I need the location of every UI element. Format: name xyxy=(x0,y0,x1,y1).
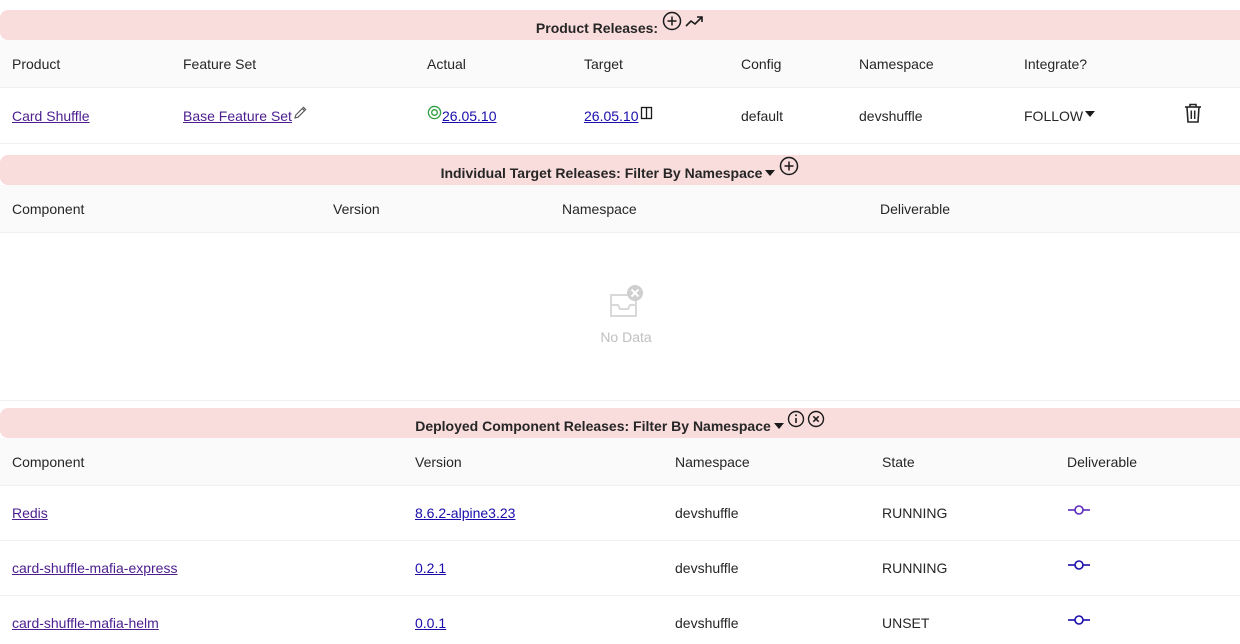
state-value: RUNNING xyxy=(882,560,948,576)
col-version: Version xyxy=(415,453,462,470)
commit-icon[interactable] xyxy=(1068,503,1090,515)
trash-icon[interactable] xyxy=(1183,102,1203,124)
config-value: default xyxy=(741,107,784,124)
table-row: Redis 8.6.2-alpine3.23 devshuffle RUNNIN… xyxy=(0,486,1240,541)
col-state: State xyxy=(882,453,915,470)
table-row: card-shuffle-mafia-express 0.2.1 devshuf… xyxy=(0,541,1240,596)
product-releases-title: Product Releases: xyxy=(535,20,659,36)
col-target: Target xyxy=(584,55,623,72)
col-integrate: Integrate? xyxy=(1024,55,1088,72)
info-icon[interactable] xyxy=(787,410,805,428)
individual-target-releases-header: Individual Target Releases: Filter By Na… xyxy=(0,155,1240,185)
version-link[interactable]: 0.2.1 xyxy=(415,560,446,576)
version-link[interactable]: 0.0.1 xyxy=(415,615,446,631)
individual-target-table-header: Component Version Namespace Deliverable xyxy=(0,185,1240,233)
component-link[interactable]: Redis xyxy=(12,505,48,521)
component-link[interactable]: card-shuffle-mafia-helm xyxy=(12,615,159,631)
deployed-component-releases-header: Deployed Component Releases: Filter By N… xyxy=(0,408,1240,438)
commit-icon[interactable] xyxy=(1068,558,1090,570)
filter-dropdown-icon[interactable] xyxy=(773,423,784,429)
deployed-components-table-header: Component Version Namespace State Delive… xyxy=(0,438,1240,486)
individual-target-releases-title: Individual Target Releases: Filter By Na… xyxy=(440,165,763,181)
col-namespace: Namespace xyxy=(562,200,637,217)
namespace-value: devshuffle xyxy=(675,615,739,631)
col-deliverable: Deliverable xyxy=(1067,453,1138,470)
version-link[interactable]: 8.6.2-alpine3.23 xyxy=(415,505,515,521)
component-link[interactable]: card-shuffle-mafia-express xyxy=(12,560,177,576)
col-actual: Actual xyxy=(427,55,466,72)
deployed-component-releases-title: Deployed Component Releases: Filter By N… xyxy=(415,418,771,434)
target-version-link[interactable]: 26.05.10 xyxy=(584,108,639,124)
pencil-icon[interactable] xyxy=(292,105,308,121)
close-circle-icon[interactable] xyxy=(807,410,825,428)
add-circle-icon[interactable] xyxy=(662,11,682,31)
status-ok-icon xyxy=(427,105,442,120)
add-circle-icon[interactable] xyxy=(779,156,799,176)
integrate-value: FOLLOW xyxy=(1024,107,1084,124)
col-config: Config xyxy=(741,55,782,72)
filter-dropdown-icon[interactable] xyxy=(765,170,776,176)
empty-text: No Data xyxy=(600,329,652,345)
product-releases-table-header: Product Feature Set Actual Target Config… xyxy=(0,40,1240,88)
product-releases-header: Product Releases: xyxy=(0,10,1240,40)
col-namespace: Namespace xyxy=(859,55,934,72)
col-deliverable: Deliverable xyxy=(880,200,951,217)
trending-up-icon[interactable] xyxy=(684,11,704,31)
split-view-icon[interactable] xyxy=(640,106,653,120)
state-value: RUNNING xyxy=(882,505,948,521)
empty-inbox-icon xyxy=(606,283,646,323)
feature-set-link[interactable]: Base Feature Set xyxy=(183,108,292,124)
col-feature-set: Feature Set xyxy=(183,55,257,72)
namespace-value: devshuffle xyxy=(675,505,739,521)
state-value: UNSET xyxy=(882,615,930,631)
col-component: Component xyxy=(12,200,85,217)
empty-state: No Data xyxy=(0,233,1240,401)
product-release-row: Card Shuffle Base Feature Set 26.05.10 2… xyxy=(0,88,1240,144)
product-link[interactable]: Card Shuffle xyxy=(12,108,90,124)
col-component: Component xyxy=(12,453,85,470)
namespace-value: devshuffle xyxy=(859,107,923,124)
actual-version-link[interactable]: 26.05.10 xyxy=(442,108,497,124)
table-row: card-shuffle-mafia-helm 0.0.1 devshuffle… xyxy=(0,596,1240,644)
integrate-dropdown[interactable]: FOLLOW xyxy=(1024,88,1096,143)
col-version: Version xyxy=(333,200,380,217)
namespace-value: devshuffle xyxy=(675,560,739,576)
col-product: Product xyxy=(12,55,61,72)
col-namespace: Namespace xyxy=(675,453,750,470)
chevron-down-icon xyxy=(1085,110,1096,117)
commit-icon[interactable] xyxy=(1068,613,1090,625)
